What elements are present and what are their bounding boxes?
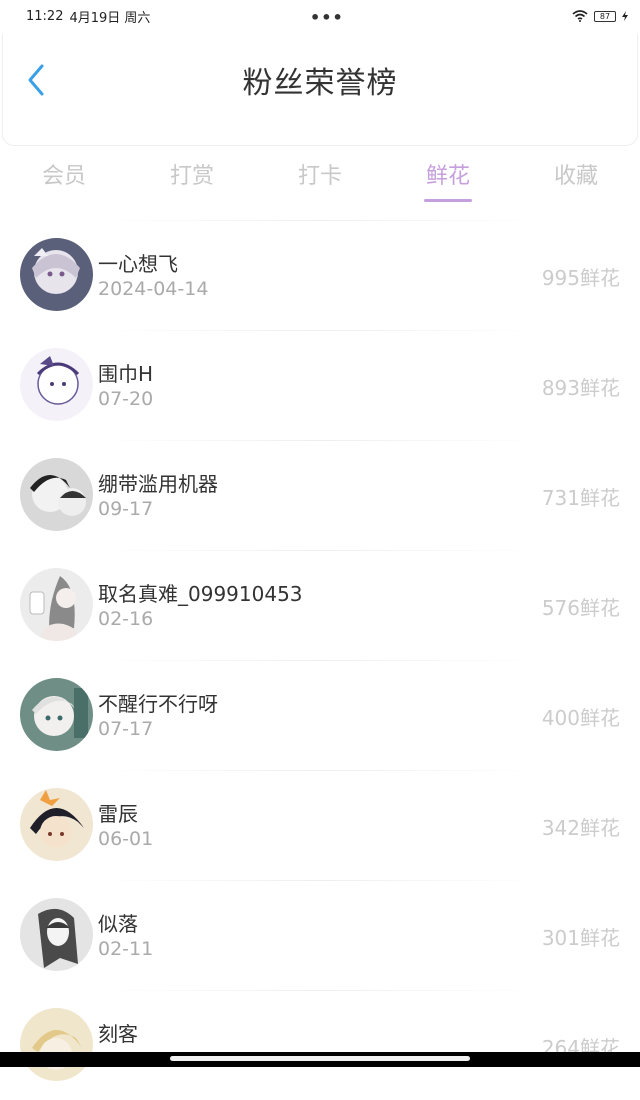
charging-icon [622, 11, 628, 21]
fan-name: 不醒行不行呀 [98, 692, 218, 716]
fan-date: 02-11 [98, 938, 154, 960]
tab-flowers[interactable]: 鲜花 [384, 152, 512, 204]
list-item[interactable]: 似落 02-11 301鲜花 [0, 880, 640, 990]
list-item[interactable]: 不醒行不行呀 07-17 400鲜花 [0, 660, 640, 770]
list-item[interactable]: 绷带滥用机器 09-17 731鲜花 [0, 440, 640, 550]
tab-checkin[interactable]: 打卡 [256, 152, 384, 204]
status-time: 11:22 [26, 8, 64, 24]
fan-date: 07-20 [98, 388, 154, 410]
more-dots-icon[interactable]: ••• [310, 8, 344, 27]
avatar [20, 898, 93, 971]
fan-date: 02-16 [98, 608, 154, 630]
tab-rewards[interactable]: 打赏 [128, 152, 256, 204]
fan-list: 一心想飞 2024-04-14 995鲜花 围巾H 07-20 893鲜花 绷带… [0, 220, 640, 1100]
list-item[interactable]: 一心想飞 2024-04-14 995鲜花 [0, 220, 640, 330]
avatar [20, 348, 93, 421]
list-item[interactable]: 雷辰 06-01 342鲜花 [0, 770, 640, 880]
fan-name: 雷辰 [98, 802, 138, 826]
fan-date: 2024-04-14 [98, 278, 209, 300]
avatar [20, 458, 93, 531]
avatar [20, 678, 93, 751]
avatar [20, 568, 93, 641]
flower-count: 576鲜花 [541, 596, 620, 620]
tab-favorites[interactable]: 收藏 [512, 152, 640, 204]
list-item[interactable]: 围巾H 07-20 893鲜花 [0, 330, 640, 440]
flower-count: 731鲜花 [541, 486, 620, 510]
avatar [20, 238, 93, 311]
status-date: 4月19日 周六 [69, 10, 151, 26]
fan-name: 刻客 [98, 1022, 138, 1046]
list-item[interactable]: 刻客 264鲜花 [0, 990, 640, 1100]
flower-count: 400鲜花 [541, 706, 620, 730]
fan-name: 取名真难_099910453 [98, 582, 303, 606]
fan-name: 似落 [98, 912, 138, 936]
tab-members[interactable]: 会员 [0, 152, 128, 204]
status-right: 87 [572, 10, 628, 22]
flower-count: 995鲜花 [541, 266, 620, 290]
flower-count: 301鲜花 [541, 926, 620, 950]
avatar [20, 788, 93, 861]
status-left: 11:22 4月19日 周六 [26, 7, 150, 26]
flower-count: 342鲜花 [541, 816, 620, 840]
fan-date: 07-17 [98, 718, 154, 740]
fan-name: 绷带滥用机器 [98, 472, 218, 496]
list-item[interactable]: 取名真难_099910453 02-16 576鲜花 [0, 550, 640, 660]
battery-icon: 87 [594, 10, 616, 22]
avatar [20, 1008, 93, 1081]
fan-date: 06-01 [98, 828, 154, 850]
page-title: 粉丝荣誉榜 [242, 66, 398, 101]
fan-date: 09-17 [98, 498, 154, 520]
fan-name: 围巾H [98, 362, 154, 386]
flower-count: 893鲜花 [541, 376, 620, 400]
tab-bar: 会员 打赏 打卡 鲜花 收藏 [0, 152, 640, 204]
wifi-icon [572, 10, 588, 22]
home-indicator[interactable] [170, 1056, 470, 1061]
fan-name: 一心想飞 [98, 252, 178, 276]
